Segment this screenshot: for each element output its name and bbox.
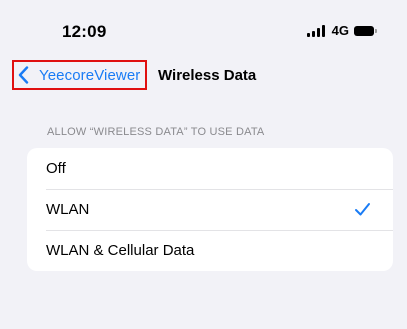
option-off[interactable]: Off <box>27 148 393 189</box>
back-button[interactable]: YeecoreViewer <box>12 60 147 90</box>
back-button-label: YeecoreViewer <box>39 66 141 84</box>
status-time: 12:09 <box>62 22 107 41</box>
signal-bars-icon <box>306 24 325 37</box>
option-label: WLAN & Cellular Data <box>46 242 195 259</box>
option-wlan-cellular[interactable]: WLAN & Cellular Data <box>27 230 393 271</box>
status-bar: 12:09 4G <box>0 0 407 52</box>
chevron-left-icon <box>18 66 33 84</box>
navigation-bar: YeecoreViewer Wireless Data <box>0 52 407 100</box>
data-options-list: Off WLAN WLAN & Cellular Data <box>27 148 393 271</box>
battery-icon <box>354 25 377 36</box>
status-indicators: 4G <box>306 23 377 38</box>
checkmark-icon <box>354 201 371 218</box>
section-header: ALLOW “WIRELESS DATA” TO USE DATA <box>47 126 265 138</box>
option-label: Off <box>46 160 66 177</box>
option-wlan[interactable]: WLAN <box>27 189 393 230</box>
option-label: WLAN <box>46 201 90 218</box>
page-title: Wireless Data <box>158 67 257 84</box>
network-type: 4G <box>331 23 349 38</box>
